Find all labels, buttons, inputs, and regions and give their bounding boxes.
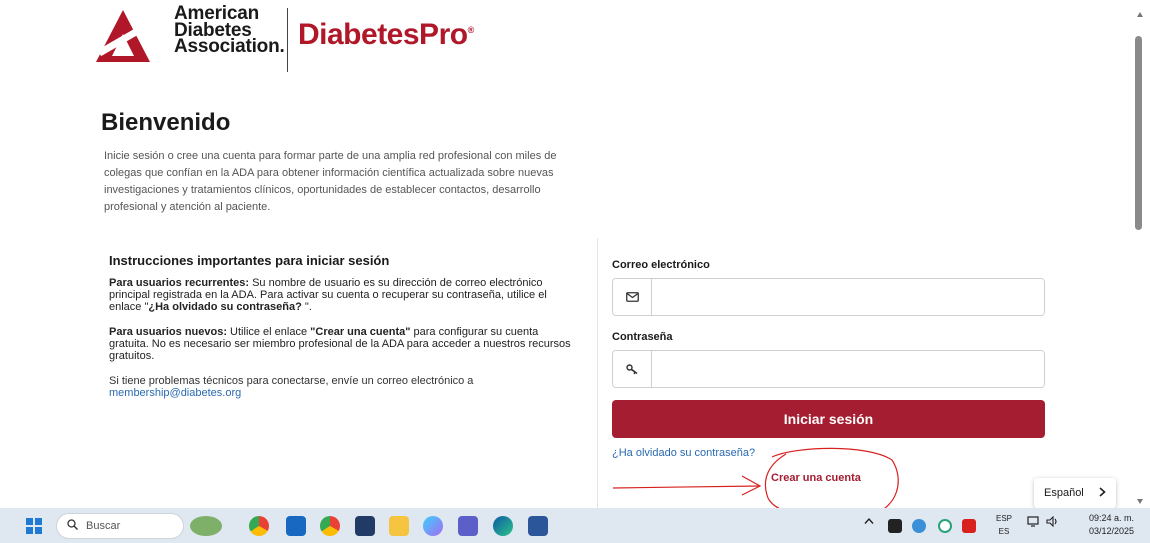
password-input-group — [612, 350, 1045, 388]
support-email-link[interactable]: membership@diabetes.org — [109, 387, 241, 399]
chrome-profile-icon[interactable] — [320, 516, 340, 536]
edge-icon[interactable] — [493, 516, 513, 536]
teams-icon[interactable] — [458, 516, 478, 536]
language-selector[interactable]: Español — [1034, 478, 1116, 508]
ada-triangle-logo — [96, 10, 150, 62]
chevron-up-icon[interactable] — [864, 516, 874, 528]
file-explorer-icon[interactable] — [389, 516, 409, 536]
news-widget-icon[interactable] — [190, 516, 222, 536]
tray-app-icon[interactable] — [888, 519, 902, 533]
media-app-icon[interactable] — [355, 516, 375, 536]
support-note: Si tiene problemas técnicos para conecta… — [109, 375, 474, 399]
create-account-link[interactable]: Crear una cuenta — [771, 472, 861, 484]
scroll-thumb[interactable] — [1135, 36, 1142, 230]
input-language-indicator[interactable]: ESP ES — [996, 512, 1012, 538]
tray-sync-icon[interactable] — [912, 519, 926, 533]
tray-e-icon[interactable] — [938, 519, 952, 533]
word-icon[interactable] — [528, 516, 548, 536]
email-input-group — [612, 278, 1045, 316]
scroll-down-arrow-icon[interactable] — [1137, 499, 1143, 504]
email-field[interactable] — [652, 279, 1044, 315]
forgot-password-reference: ¿Ha olvidado su contraseña? — [148, 301, 302, 313]
system-clock[interactable]: 09:24 a. m. 03/12/2025 — [1074, 512, 1134, 538]
password-field[interactable] — [652, 351, 1044, 387]
welcome-description: Inicie sesión o cree una cuenta para for… — [104, 150, 557, 213]
search-icon — [67, 519, 78, 533]
column-divider — [597, 238, 598, 508]
create-account-reference: "Crear una cuenta" — [310, 326, 411, 338]
windows-start-icon[interactable] — [26, 518, 42, 534]
tray-security-icon[interactable] — [962, 519, 976, 533]
scroll-up-arrow-icon[interactable] — [1137, 12, 1143, 17]
chrome-icon[interactable] — [249, 516, 269, 536]
page-title: Bienvenido — [101, 109, 231, 136]
password-label: Contraseña — [612, 331, 673, 343]
site-header: American Diabetes Association. DiabetesP… — [68, 0, 568, 75]
diabetespro-logo[interactable]: DiabetesPro® — [298, 18, 474, 52]
language-selector-label: Español — [1044, 487, 1084, 499]
email-label: Correo electrónico — [612, 259, 710, 271]
instructions-heading: Instrucciones importantes para iniciar s… — [109, 253, 390, 268]
login-instructions: Instrucciones importantes para iniciar s… — [109, 253, 579, 399]
forgot-password-link[interactable]: ¿Ha olvidado su contraseña? — [612, 447, 1045, 459]
outlook-icon[interactable] — [286, 516, 306, 536]
login-form: Correo electrónico Contraseña Iniciar se… — [612, 259, 1045, 459]
logo-divider — [287, 8, 288, 72]
returning-users-note: Para usuarios recurrentes: Su nombre de … — [109, 277, 547, 313]
vertical-scrollbar[interactable] — [1130, 0, 1150, 508]
volume-icon[interactable] — [1046, 515, 1059, 530]
chevron-right-icon — [1099, 486, 1106, 500]
network-icon[interactable] — [1027, 516, 1040, 530]
new-users-note: Para usuarios nuevos: Utilice el enlace … — [109, 326, 571, 362]
taskbar-search-placeholder: Buscar — [86, 520, 121, 532]
key-icon — [613, 351, 652, 387]
envelope-icon — [613, 279, 652, 315]
taskbar-search[interactable]: Buscar — [56, 513, 184, 539]
browser-page: American Diabetes Association. DiabetesP… — [0, 0, 1130, 508]
windows-taskbar: Buscar ESP ES 09:24 a. m. 03/12/2025 — [0, 508, 1150, 543]
login-button[interactable]: Iniciar sesión — [612, 400, 1045, 438]
copilot-icon[interactable] — [423, 516, 443, 536]
ada-wordmark[interactable]: American Diabetes Association. — [174, 4, 285, 55]
